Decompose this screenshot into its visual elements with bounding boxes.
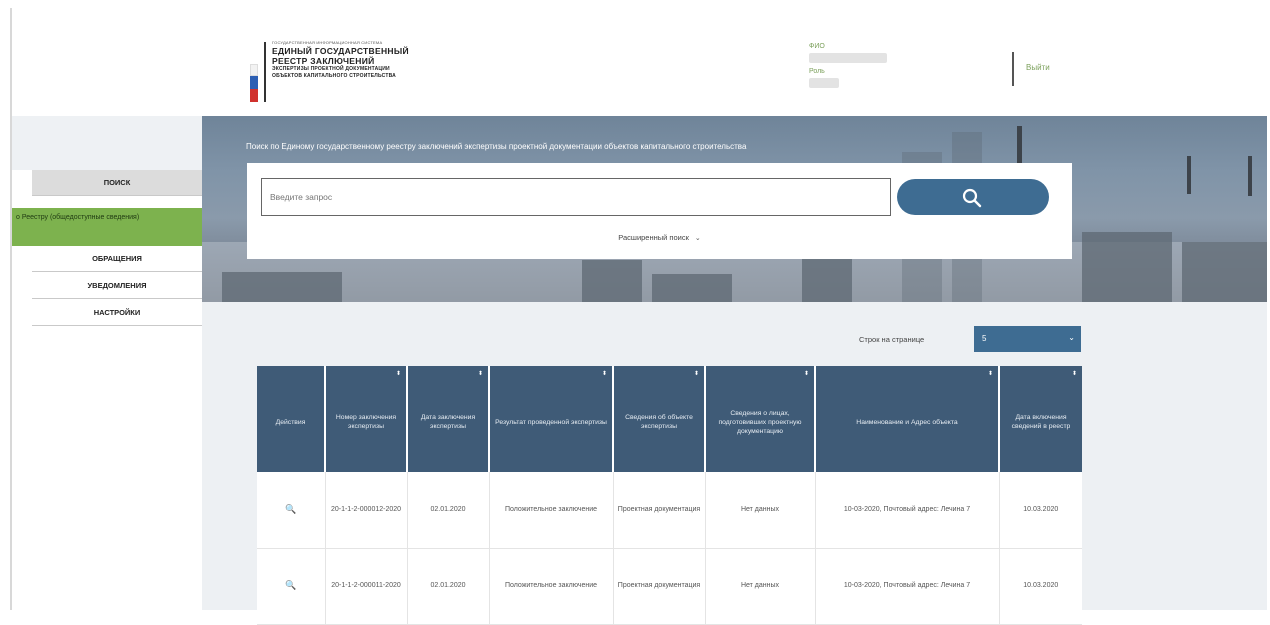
cell-name-address: 10-03-2020, Почтовый адрес: Лечина 7 [815, 472, 1000, 549]
chevron-down-icon: ⌄ [694, 235, 701, 242]
cell-date: 02.01.2020 [407, 548, 490, 625]
rows-per-page-label: Строк на странице [859, 335, 925, 344]
sort-icon[interactable]: ⬍ [1072, 370, 1077, 379]
column-header-date[interactable]: ⬍ Дата заключения экспертизы [407, 366, 490, 472]
table-row: 🔍 20-1-1-2-000012-2020 02.01.2020 Положи… [257, 472, 1082, 549]
sidebar-item-settings[interactable]: НАСТРОЙКИ [32, 300, 202, 326]
sidebar-item-search[interactable]: ПОИСК [32, 170, 202, 196]
cell-name-address: 10-03-2020, Почтовый адрес: Лечина 7 [815, 548, 1000, 625]
column-header-persons[interactable]: ⬍ Сведения о лицах, подготовивших проектн… [705, 366, 816, 472]
table-row: 🔍 20-1-1-2-000011-2020 02.01.2020 Положи… [257, 548, 1082, 625]
search-input[interactable] [261, 178, 891, 216]
sort-icon[interactable]: ⬍ [804, 370, 809, 379]
header-divider [1012, 52, 1014, 86]
user-info: ФИО Роль [809, 42, 909, 88]
page-header: ГОСУДАРСТВЕННАЯ ИНФОРМАЦИОННАЯ СИСТЕМА Е… [12, 8, 1267, 116]
sidebar-band [12, 116, 202, 170]
table-header-row: Действия ⬍ Номер заключения экспертизы ⬍ Д… [257, 366, 1082, 472]
sort-icon[interactable]: ⬍ [988, 370, 993, 379]
sort-icon[interactable]: ⬍ [694, 370, 699, 379]
cell-included-date: 10.03.2020 [999, 472, 1082, 549]
logout-link[interactable]: Выйти [1026, 63, 1050, 72]
advanced-search-toggle[interactable]: Расширенный поиск ⌄ [247, 233, 1072, 242]
logo-line-2: РЕЕСТР ЗАКЛЮЧЕНИЙ [272, 56, 375, 66]
column-header-result[interactable]: ⬍ Результат проведенной экспертизы [489, 366, 614, 472]
fio-label: ФИО [809, 43, 825, 50]
search-title: Поиск по Единому государственному реестр… [246, 142, 747, 151]
cell-object: Проектная документация [613, 472, 706, 549]
main-content: Поиск по Единому государственному реестр… [202, 116, 1267, 625]
cell-number: 20-1-1-2-000011-2020 [325, 548, 408, 625]
advanced-search-label: Расширенный поиск [618, 233, 689, 242]
view-details-icon[interactable]: 🔍 [285, 504, 296, 514]
search-button[interactable] [897, 179, 1049, 215]
column-header-name-address[interactable]: ⬍ Наименование и Адрес объекта [815, 366, 1000, 472]
search-icon [962, 188, 982, 208]
sort-icon[interactable]: ⬍ [396, 370, 401, 379]
cell-persons: Нет данных [705, 472, 816, 549]
sidebar-subitem-registry[interactable]: о Реестру (общедоступные сведения) [12, 208, 202, 246]
rows-per-page-value: 5 [982, 334, 987, 343]
logo-divider [264, 42, 266, 102]
role-label: Роль [809, 68, 825, 75]
logo-line-4: ОБЪЕКТОВ КАПИТАЛЬНОГО СТРОИТЕЛЬСТВА [272, 73, 396, 79]
search-panel: Расширенный поиск ⌄ [247, 163, 1072, 259]
logo-text: ГОСУДАРСТВЕННАЯ ИНФОРМАЦИОННАЯ СИСТЕМА Е… [272, 40, 452, 80]
sidebar: ПОИСК о Реестру (общедоступные сведения)… [12, 116, 202, 610]
cell-object: Проектная документация [613, 548, 706, 625]
cell-persons: Нет данных [705, 548, 816, 625]
sort-icon[interactable]: ⬍ [478, 370, 483, 379]
role-value-redacted [809, 78, 839, 88]
column-header-included-date[interactable]: ⬍ Дата включения сведений в реестр [999, 366, 1082, 472]
chevron-down-icon: ⌄ [1068, 333, 1075, 342]
search-hero-banner: Поиск по Единому государственному реестр… [202, 116, 1267, 302]
logo[interactable]: ГОСУДАРСТВЕННАЯ ИНФОРМАЦИОННАЯ СИСТЕМА Е… [250, 36, 450, 102]
cell-result: Положительное заключение [489, 548, 614, 625]
cell-date: 02.01.2020 [407, 472, 490, 549]
cell-number: 20-1-1-2-000012-2020 [325, 472, 408, 549]
column-header-actions: Действия [257, 366, 326, 472]
view-details-icon[interactable]: 🔍 [285, 580, 296, 590]
column-header-number[interactable]: ⬍ Номер заключения экспертизы [325, 366, 408, 472]
logo-line-3: ЭКСПЕРТИЗЫ ПРОЕКТНОЙ ДОКУМЕНТАЦИИ [272, 66, 390, 72]
sidebar-item-requests[interactable]: ОБРАЩЕНИЯ [32, 246, 202, 272]
fio-value-redacted [809, 53, 887, 63]
app-frame: ГОСУДАРСТВЕННАЯ ИНФОРМАЦИОННАЯ СИСТЕМА Е… [10, 8, 1267, 625]
results-table: Действия ⬍ Номер заключения экспертизы ⬍ Д… [257, 366, 1082, 625]
flag-icon [250, 64, 258, 102]
rows-per-page-select[interactable]: 5 ⌄ [974, 326, 1081, 352]
sort-icon[interactable]: ⬍ [602, 370, 607, 379]
cell-included-date: 10.03.2020 [999, 548, 1082, 625]
column-header-object[interactable]: ⬍ Сведения об объекте экспертизы [613, 366, 706, 472]
cell-result: Положительное заключение [489, 472, 614, 549]
logo-line-1: ЕДИНЫЙ ГОСУДАРСТВЕННЫЙ [272, 46, 409, 56]
sidebar-item-notifications[interactable]: УВЕДОМЛЕНИЯ [32, 273, 202, 299]
